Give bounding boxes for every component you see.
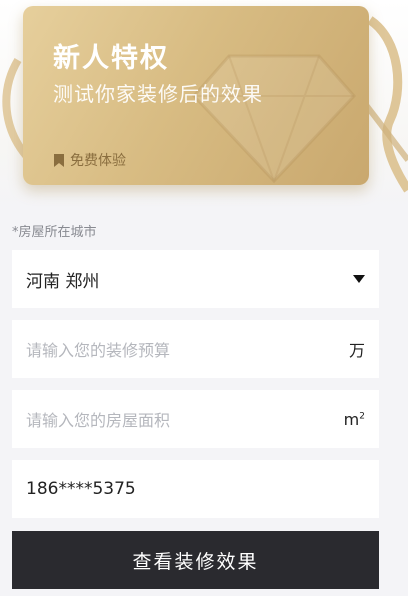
city-select-value: 河南 郑州: [26, 271, 100, 292]
budget-input[interactable]: 请输入您的装修预算 万: [12, 320, 379, 378]
free-experience-text: 免费体验: [70, 153, 126, 169]
area-placeholder: 请输入您的房屋面积: [26, 411, 171, 430]
area-unit-superscript: 2: [359, 411, 365, 422]
free-experience-label: 免费体验: [53, 150, 126, 170]
area-unit: m2: [344, 410, 365, 429]
card-subtitle: 测试你家装修后的效果: [53, 82, 263, 106]
area-unit-base: m: [343, 409, 360, 429]
budget-placeholder: 请输入您的装修预算: [26, 341, 171, 360]
phone-input[interactable]: 186****5375: [12, 460, 379, 518]
diamond-watermark-icon: [191, 54, 357, 184]
new-user-privilege-card[interactable]: 新人特权 测试你家装修后的效果 免费体验: [23, 6, 369, 185]
card-title: 新人特权: [53, 43, 169, 74]
bookmark-icon: [54, 153, 64, 167]
area-input[interactable]: 请输入您的房屋面积 m2: [12, 390, 379, 448]
budget-unit: 万: [348, 341, 365, 360]
dropdown-arrow-icon: [353, 274, 365, 283]
city-select[interactable]: 河南 郑州: [12, 250, 379, 308]
view-renovation-effect-button[interactable]: 查看装修效果: [12, 531, 379, 589]
city-field-label: *房屋所在城市: [12, 225, 97, 240]
phone-value: 186****5375: [26, 479, 136, 499]
